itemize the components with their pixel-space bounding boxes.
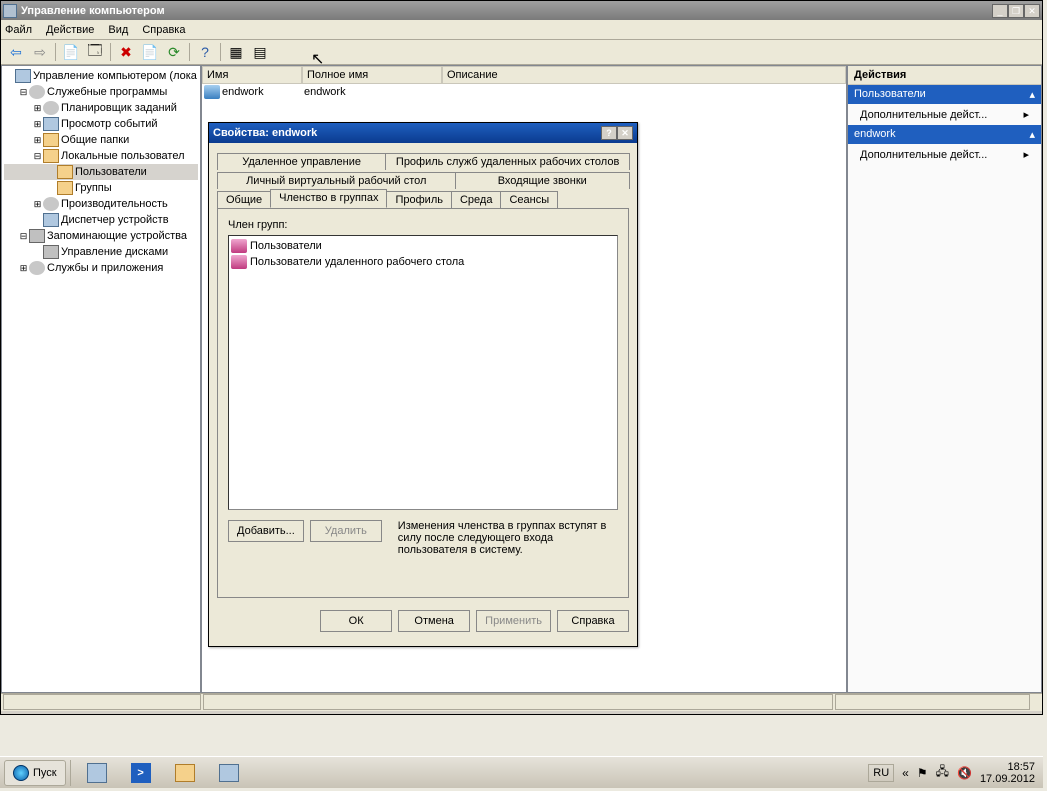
tab-rds-profile[interactable]: Профиль служб удаленных рабочих столов xyxy=(385,153,630,170)
menu-view[interactable]: Вид xyxy=(108,24,128,36)
help-button[interactable]: Справка xyxy=(557,610,629,632)
delete-icon[interactable]: ✖ xyxy=(115,41,137,63)
col-name[interactable]: Имя xyxy=(202,66,302,84)
tree-services[interactable]: ⊞Службы и приложения xyxy=(4,260,198,276)
dialog-title: Свойства: endwork xyxy=(213,127,601,139)
dialog-close-button[interactable]: ✕ xyxy=(617,126,633,140)
tab-remote[interactable]: Удаленное управление xyxy=(217,153,386,170)
dialog-help-button[interactable]: ? xyxy=(601,126,617,140)
window-title: Управление компьютером xyxy=(21,5,992,17)
tray-sound-icon[interactable]: 🔇 xyxy=(957,766,972,780)
powershell-icon: > xyxy=(131,763,151,783)
tray-chevron-icon[interactable]: « xyxy=(902,766,909,780)
toolbar: ⇦ ⇨ 📄 🗔 ✖ 📄 ⟳ ? ▦ ▤ xyxy=(1,40,1042,65)
maximize-button[interactable]: ❐ xyxy=(1008,4,1024,18)
tree-shared-folders[interactable]: ⊞Общие папки xyxy=(4,132,198,148)
tab-general[interactable]: Общие xyxy=(217,191,271,208)
compmgmt-icon xyxy=(219,764,239,782)
group-icon xyxy=(231,255,247,269)
cancel-button[interactable]: Отмена xyxy=(398,610,470,632)
new-icon[interactable]: 📄 xyxy=(139,41,161,63)
membership-note: Изменения членства в группах вступят в с… xyxy=(398,520,618,556)
language-indicator[interactable]: RU xyxy=(868,764,894,782)
user-icon xyxy=(204,85,220,99)
tab-pvd[interactable]: Личный виртуальный рабочий стол xyxy=(217,172,456,189)
actions-more-endwork[interactable]: Дополнительные дейст...▸ xyxy=(848,144,1041,165)
tree-scheduler[interactable]: ⊞Планировщик заданий xyxy=(4,100,198,116)
menu-help[interactable]: Справка xyxy=(142,24,185,36)
tab-profile[interactable]: Профиль xyxy=(386,191,452,208)
menubar: Файл Действие Вид Справка xyxy=(1,20,1042,40)
tab-content: Член групп: Пользователи Пользователи уд… xyxy=(217,208,629,598)
tray-net-icon[interactable]: 🖧 xyxy=(936,762,949,783)
help-icon[interactable]: ? xyxy=(194,41,216,63)
tab-env[interactable]: Среда xyxy=(451,191,501,208)
tab-sessions[interactable]: Сеансы xyxy=(500,191,558,208)
task-compmgmt[interactable] xyxy=(207,760,251,786)
arrow-right-icon: ▸ xyxy=(1023,108,1029,121)
view1-icon[interactable]: ▦ xyxy=(225,41,247,63)
minimize-button[interactable]: _ xyxy=(992,4,1008,18)
view2-icon[interactable]: ▤ xyxy=(249,41,271,63)
tab-member[interactable]: Членство в группах xyxy=(270,189,387,208)
tab-calls[interactable]: Входящие звонки xyxy=(455,172,631,189)
member-label: Член групп: xyxy=(228,219,618,231)
app-icon xyxy=(3,4,17,18)
list-row-endwork[interactable]: endwork endwork xyxy=(202,84,846,100)
properties-dialog: Свойства: endwork ? ✕ Удаленное управлен… xyxy=(208,122,638,647)
actions-section-users[interactable]: Пользователи▴ xyxy=(848,85,1041,104)
start-button[interactable]: Пуск xyxy=(4,760,66,786)
remove-button[interactable]: Удалить xyxy=(310,520,382,542)
menu-action[interactable]: Действие xyxy=(46,24,94,36)
start-orb-icon xyxy=(13,765,29,781)
menu-file[interactable]: Файл xyxy=(5,24,32,36)
apply-button[interactable]: Применить xyxy=(476,610,551,632)
col-description[interactable]: Описание xyxy=(442,66,846,84)
col-fullname[interactable]: Полное имя xyxy=(302,66,442,84)
ok-button[interactable]: ОК xyxy=(320,610,392,632)
task-powershell[interactable]: > xyxy=(119,760,163,786)
tree-panel: Управление компьютером (лока ⊟Служебные … xyxy=(1,65,201,693)
actions-panel: Действия Пользователи▴ Дополнительные де… xyxy=(847,65,1042,693)
close-button[interactable]: ✕ xyxy=(1024,4,1040,18)
tree-system-tools[interactable]: ⊟Служебные программы xyxy=(4,84,198,100)
task-server-manager[interactable] xyxy=(75,760,119,786)
member-list[interactable]: Пользователи Пользователи удаленного раб… xyxy=(228,235,618,510)
list-header: Имя Полное имя Описание xyxy=(202,66,846,84)
refresh-icon[interactable]: ⟳ xyxy=(163,41,185,63)
explorer-icon xyxy=(175,764,195,782)
group-item-rdp-users[interactable]: Пользователи удаленного рабочего стола xyxy=(231,254,615,270)
back-icon[interactable]: ⇦ xyxy=(5,41,27,63)
titlebar: Управление компьютером _ ❐ ✕ xyxy=(1,1,1042,20)
tree-root[interactable]: Управление компьютером (лока xyxy=(4,68,198,84)
actions-section-endwork[interactable]: endwork▴ xyxy=(848,125,1041,144)
tree-performance[interactable]: ⊞Производительность xyxy=(4,196,198,212)
collapse-icon: ▴ xyxy=(1029,128,1035,141)
add-button[interactable]: Добавить... xyxy=(228,520,304,542)
statusbar xyxy=(1,693,1042,711)
tray-clock[interactable]: 18:57 17.09.2012 xyxy=(980,761,1039,785)
tree-storage[interactable]: ⊟Запоминающие устройства xyxy=(4,228,198,244)
forward-icon[interactable]: ⇨ xyxy=(29,41,51,63)
prop-icon[interactable]: 🗔 xyxy=(84,41,106,63)
tree-groups[interactable]: Группы xyxy=(4,180,198,196)
tree-local-users[interactable]: ⊟Локальные пользовател xyxy=(4,148,198,164)
tree-disk-mgmt[interactable]: Управление дисками xyxy=(4,244,198,260)
actions-header: Действия xyxy=(848,66,1041,85)
tree-users[interactable]: Пользователи xyxy=(4,164,198,180)
arrow-right-icon: ▸ xyxy=(1023,148,1029,161)
up-icon[interactable]: 📄 xyxy=(60,41,82,63)
tree-event-viewer[interactable]: ⊞Просмотр событий xyxy=(4,116,198,132)
server-icon xyxy=(87,763,107,783)
task-explorer[interactable] xyxy=(163,760,207,786)
actions-more-users[interactable]: Дополнительные дейст...▸ xyxy=(848,104,1041,125)
group-icon xyxy=(231,239,247,253)
group-item-users[interactable]: Пользователи xyxy=(231,238,615,254)
tree-device-manager[interactable]: Диспетчер устройств xyxy=(4,212,198,228)
dialog-titlebar: Свойства: endwork ? ✕ xyxy=(209,123,637,143)
taskbar: Пуск > RU « ⚑ 🖧 🔇 18:57 17.09.2012 xyxy=(0,756,1043,788)
tray-flag-icon[interactable]: ⚑ xyxy=(917,766,928,780)
collapse-icon: ▴ xyxy=(1029,88,1035,101)
